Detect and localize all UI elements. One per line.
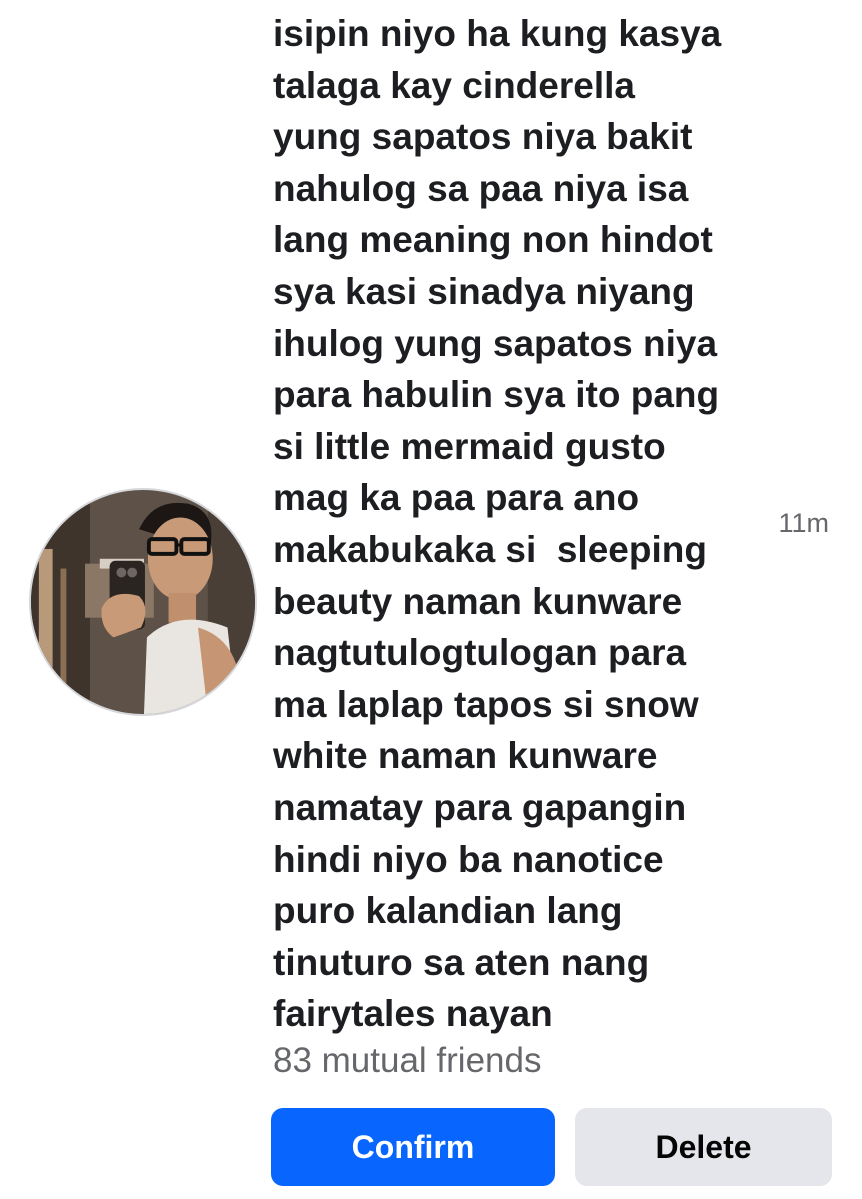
message-line: hindi niyo ba nanotice <box>273 838 664 880</box>
message-line: white naman kunware <box>273 735 658 777</box>
message-line: nahulog sa paa niya isa <box>273 167 689 209</box>
profile-avatar[interactable] <box>29 488 257 716</box>
request-message-text[interactable]: isipin niyo ha kung kasya talaga kay cin… <box>273 8 743 1040</box>
confirm-button[interactable]: Confirm <box>271 1108 555 1186</box>
message-line: makabukaka si sleeping <box>273 528 707 570</box>
mutual-friends-count[interactable]: 83 mutual friends <box>273 1041 541 1081</box>
message-line: mag ka paa para ano <box>273 477 640 519</box>
message-line: nagtutulogtulogan para <box>273 632 687 674</box>
message-line: sya kasi sinadya niyang <box>273 270 695 312</box>
message-line: fairytales nayan <box>273 993 553 1035</box>
message-line: ihulog yung sapatos niya <box>273 322 718 364</box>
profile-photo-icon <box>31 490 255 714</box>
request-timestamp: 11m <box>778 508 829 538</box>
delete-button[interactable]: Delete <box>575 1108 832 1186</box>
message-line: puro kalandian lang <box>273 890 623 932</box>
message-line: talaga kay cinderella <box>273 64 635 106</box>
message-line: tinuturo sa aten nang <box>273 941 650 983</box>
message-line: namatay para gapangin <box>273 786 687 828</box>
friend-request-card: isipin niyo ha kung kasya talaga kay cin… <box>0 0 862 1199</box>
message-line: isipin niyo ha kung kasya <box>273 13 722 54</box>
message-line: yung sapatos niya bakit <box>273 116 693 158</box>
message-line: si little mermaid gusto <box>273 425 666 467</box>
message-line: para habulin sya ito pang <box>273 374 720 416</box>
message-line: ma laplap tapos si snow <box>273 683 699 725</box>
message-line: lang meaning non hindot <box>273 219 713 261</box>
message-line: beauty naman kunware <box>273 580 683 622</box>
